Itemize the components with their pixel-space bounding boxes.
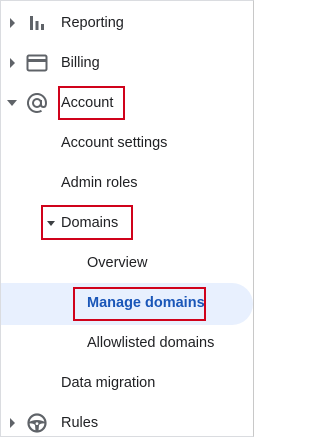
nav-label-admin-roles: Admin roles xyxy=(61,175,138,191)
nav-item-admin-roles[interactable]: Admin roles xyxy=(1,163,253,203)
nav-item-reporting[interactable]: Reporting xyxy=(1,3,253,43)
nav-label-allowlisted-domains: Allowlisted domains xyxy=(87,335,215,351)
caret-right-icon[interactable] xyxy=(7,58,17,68)
steering-wheel-icon xyxy=(25,411,49,435)
nav-item-rules[interactable]: Rules xyxy=(1,403,253,437)
bar-chart-icon xyxy=(25,11,49,35)
nav-item-account-settings[interactable]: Account settings xyxy=(1,123,253,163)
nav-label-domains: Domains xyxy=(61,215,119,231)
credit-card-icon xyxy=(25,51,49,75)
nav-item-data-migration[interactable]: Data migration xyxy=(1,363,253,403)
at-sign-icon xyxy=(25,91,49,115)
nav-label-overview: Overview xyxy=(87,255,148,271)
caret-right-icon[interactable] xyxy=(7,18,17,28)
nav-label-account-settings: Account settings xyxy=(61,135,168,151)
nav-item-manage-domains[interactable]: Manage domains xyxy=(1,283,253,323)
caret-down-icon[interactable] xyxy=(46,218,56,228)
nav-label-billing: Billing xyxy=(61,55,100,71)
nav-label-rules: Rules xyxy=(61,415,99,431)
nav-item-overview[interactable]: Overview xyxy=(1,243,253,283)
nav-label-reporting: Reporting xyxy=(61,15,124,31)
caret-down-icon[interactable] xyxy=(7,98,17,108)
nav-label-manage-domains: Manage domains xyxy=(87,295,205,311)
caret-right-icon[interactable] xyxy=(7,418,17,428)
nav-item-account[interactable]: Account xyxy=(1,83,253,123)
nav-item-allowlisted-domains[interactable]: Allowlisted domains xyxy=(1,323,253,363)
admin-nav-panel: Reporting Billing Account Account settin… xyxy=(0,0,254,437)
nav-label-account: Account xyxy=(61,95,114,111)
nav-item-billing[interactable]: Billing xyxy=(1,43,253,83)
nav-label-data-migration: Data migration xyxy=(61,375,156,391)
nav-item-domains[interactable]: Domains xyxy=(1,203,253,243)
